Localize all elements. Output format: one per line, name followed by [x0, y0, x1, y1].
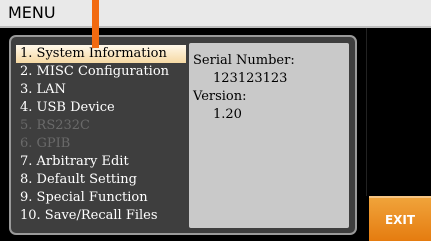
menu-item-arbitrary-edit[interactable]: 7. Arbitrary Edit [16, 153, 186, 171]
exit-button-label: EXIT [384, 212, 416, 227]
serial-number-label: Serial Number: [193, 53, 295, 68]
menu-item-rs232c: 5. RS232C [20, 118, 90, 133]
version-value: 1.20 [213, 107, 242, 122]
menu-list: 1. System Information 2. MISC Configurat… [16, 45, 186, 225]
softkey-divider [366, 28, 367, 196]
system-info-box: Serial Number: 123123123 Version: 1.20 [189, 43, 349, 228]
exit-button[interactable]: EXIT [369, 196, 431, 241]
serial-number-value: 123123123 [213, 71, 288, 86]
title-bar: MENU [0, 0, 431, 28]
page-title: MENU [8, 3, 56, 22]
menu-item-special-function[interactable]: 9. Special Function [16, 189, 186, 207]
menu-item-misc-configuration[interactable]: 2. MISC Configuration [16, 63, 186, 81]
menu-item-default-setting[interactable]: 8. Default Setting [16, 171, 186, 189]
menu-item-lan[interactable]: 3. LAN [16, 81, 186, 99]
version-label: Version: [193, 89, 247, 104]
menu-item-gpib: 6. GPIB [20, 136, 71, 151]
callout-pointer [92, 0, 99, 48]
menu-item-system-information[interactable]: 1. System Information [16, 45, 186, 63]
device-screen: MENU 1. System Information 2. MISC Confi… [0, 0, 431, 241]
menu-item-save-recall-files[interactable]: 10. Save/Recall Files [16, 207, 186, 225]
menu-item-usb-device[interactable]: 4. USB Device [16, 99, 186, 117]
